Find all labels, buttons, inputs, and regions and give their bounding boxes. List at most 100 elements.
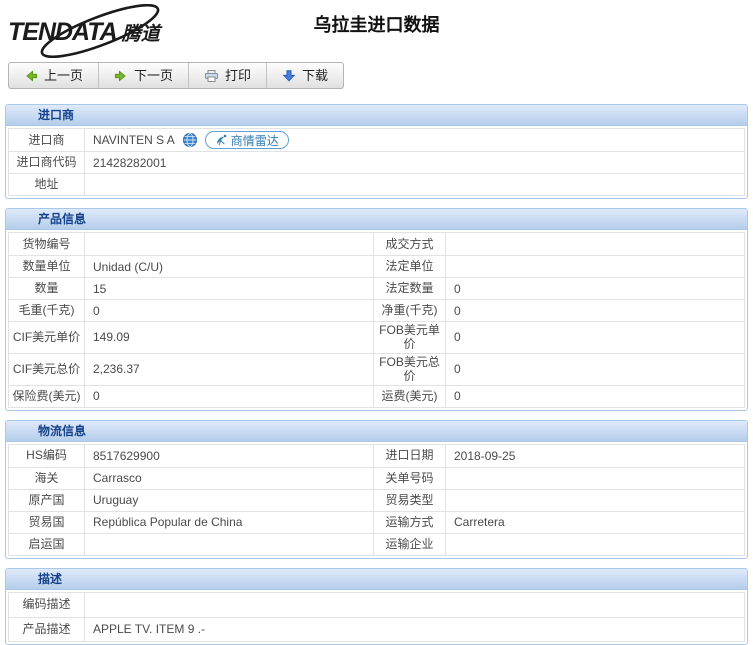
customs-label: 海关 — [9, 468, 85, 489]
product-section-header: 产品信息 — [6, 209, 747, 230]
insurance-fee-value: 0 — [85, 386, 374, 407]
next-page-button[interactable]: 下一页 — [99, 63, 189, 88]
freight-fee-value: 0 — [446, 386, 744, 407]
download-button[interactable]: 下载 — [267, 63, 343, 88]
printer-icon — [204, 69, 219, 83]
business-radar-label: 商情雷达 — [231, 132, 279, 149]
cif-total-price-label: CIF美元总价 — [9, 354, 85, 385]
origin-country-label: 原产国 — [9, 490, 85, 511]
insurance-fee-label: 保险费(美元) — [9, 386, 85, 407]
globe-icon[interactable] — [182, 132, 198, 148]
import-date-value: 2018-09-25 — [446, 445, 744, 467]
quantity-value: 15 — [85, 278, 374, 299]
departure-country-label: 启运国 — [9, 534, 85, 555]
address-label: 地址 — [9, 174, 85, 195]
legal-quantity-label: 法定数量 — [374, 278, 446, 299]
table-row: HS编码 8517629900 进口日期 2018-09-25 — [9, 445, 744, 467]
transport-company-value — [446, 534, 744, 555]
trade-type-label: 贸易类型 — [374, 490, 446, 511]
table-row: 产品描述 APPLE TV. ITEM 9 .- — [9, 617, 744, 641]
importer-section: 进口商 进口商 NAVINTEN S A — [5, 104, 748, 199]
radar-dish-icon — [215, 134, 227, 146]
prev-page-label: 上一页 — [44, 69, 83, 82]
transport-method-value: Carretera — [446, 512, 744, 533]
importer-code-value: 21428282001 — [85, 152, 744, 173]
address-value — [85, 174, 744, 195]
page-title: 乌拉圭进口数据 — [5, 11, 748, 37]
table-row: CIF美元单价 149.09 FOB美元单价 0 — [9, 321, 744, 353]
importer-section-header: 进口商 — [6, 105, 747, 126]
code-description-value — [85, 593, 744, 617]
arrow-down-icon — [282, 69, 296, 83]
prev-page-button[interactable]: 上一页 — [9, 63, 99, 88]
cargo-number-value — [85, 233, 374, 255]
importer-name-label: 进口商 — [9, 129, 85, 151]
next-page-label: 下一页 — [134, 69, 173, 82]
table-row: 启运国 运输企业 — [9, 533, 744, 555]
arrow-right-icon — [114, 69, 128, 83]
cif-unit-price-value: 149.09 — [85, 322, 374, 353]
cif-total-price-value: 2,236.37 — [85, 354, 374, 385]
deal-method-value — [446, 233, 744, 255]
fob-unit-price-value: 0 — [446, 322, 744, 353]
table-row: CIF美元总价 2,236.37 FOB美元总价 0 — [9, 353, 744, 385]
trade-type-value — [446, 490, 744, 511]
quantity-unit-value: Unidad (C/U) — [85, 256, 374, 277]
importer-code-label: 进口商代码 — [9, 152, 85, 173]
fob-total-price-label: FOB美元总价 — [374, 354, 446, 385]
hs-code-value: 8517629900 — [85, 445, 374, 467]
legal-quantity-value: 0 — [446, 278, 744, 299]
transport-company-label: 运输企业 — [374, 534, 446, 555]
hs-code-label: HS编码 — [9, 445, 85, 467]
logistics-section-header: 物流信息 — [6, 421, 747, 442]
net-weight-value: 0 — [446, 300, 744, 321]
table-row: 数量 15 法定数量 0 — [9, 277, 744, 299]
table-row: 毛重(千克) 0 净重(千克) 0 — [9, 299, 744, 321]
departure-country-value — [85, 534, 374, 555]
table-row: 数量单位 Unidad (C/U) 法定单位 — [9, 255, 744, 277]
logistics-section: 物流信息 HS编码 8517629900 进口日期 2018-09-25 海关 … — [5, 420, 748, 559]
product-description-label: 产品描述 — [9, 618, 85, 641]
legal-unit-label: 法定单位 — [374, 256, 446, 277]
gross-weight-label: 毛重(千克) — [9, 300, 85, 321]
importer-name-value: NAVINTEN S A — [93, 133, 175, 147]
gross-weight-value: 0 — [85, 300, 374, 321]
import-date-label: 进口日期 — [374, 445, 446, 467]
arrow-left-icon — [24, 69, 38, 83]
product-section: 产品信息 货物编号 成交方式 数量单位 Unidad (C/U) 法定单位 数量 — [5, 208, 748, 411]
description-section-header: 描述 — [6, 569, 747, 590]
table-row: 货物编号 成交方式 — [9, 233, 744, 255]
deal-method-label: 成交方式 — [374, 233, 446, 255]
print-label: 打印 — [225, 69, 251, 82]
transport-method-label: 运输方式 — [374, 512, 446, 533]
table-row: 进口商代码 21428282001 — [9, 151, 744, 173]
business-radar-badge[interactable]: 商情雷达 — [205, 131, 289, 149]
quantity-label: 数量 — [9, 278, 85, 299]
table-row: 编码描述 — [9, 593, 744, 617]
table-row: 海关 Carrasco 关单号码 — [9, 467, 744, 489]
declaration-number-label: 关单号码 — [374, 468, 446, 489]
customs-value: Carrasco — [85, 468, 374, 489]
table-row: 地址 — [9, 173, 744, 195]
print-button[interactable]: 打印 — [189, 63, 267, 88]
table-row: 进口商 NAVINTEN S A — [9, 129, 744, 151]
fob-total-price-value: 0 — [446, 354, 744, 385]
table-row: 贸易国 República Popular de China 运输方式 Carr… — [9, 511, 744, 533]
trade-country-label: 贸易国 — [9, 512, 85, 533]
quantity-unit-label: 数量单位 — [9, 256, 85, 277]
declaration-number-value — [446, 468, 744, 489]
code-description-label: 编码描述 — [9, 593, 85, 617]
page: TENDATA腾道 乌拉圭进口数据 上一页 下一页 — [0, 0, 753, 645]
cif-unit-price-label: CIF美元单价 — [9, 322, 85, 353]
legal-unit-value — [446, 256, 744, 277]
freight-fee-label: 运费(美元) — [374, 386, 446, 407]
trade-country-value: República Popular de China — [85, 512, 374, 533]
masthead: TENDATA腾道 乌拉圭进口数据 — [5, 4, 748, 56]
product-description-value: APPLE TV. ITEM 9 .- — [85, 618, 744, 641]
description-section: 描述 编码描述 产品描述 APPLE TV. ITEM 9 .- — [5, 568, 748, 645]
table-row: 保险费(美元) 0 运费(美元) 0 — [9, 385, 744, 407]
toolbar: 上一页 下一页 打印 下载 — [8, 62, 344, 89]
cargo-number-label: 货物编号 — [9, 233, 85, 255]
origin-country-value: Uruguay — [85, 490, 374, 511]
fob-unit-price-label: FOB美元单价 — [374, 322, 446, 353]
